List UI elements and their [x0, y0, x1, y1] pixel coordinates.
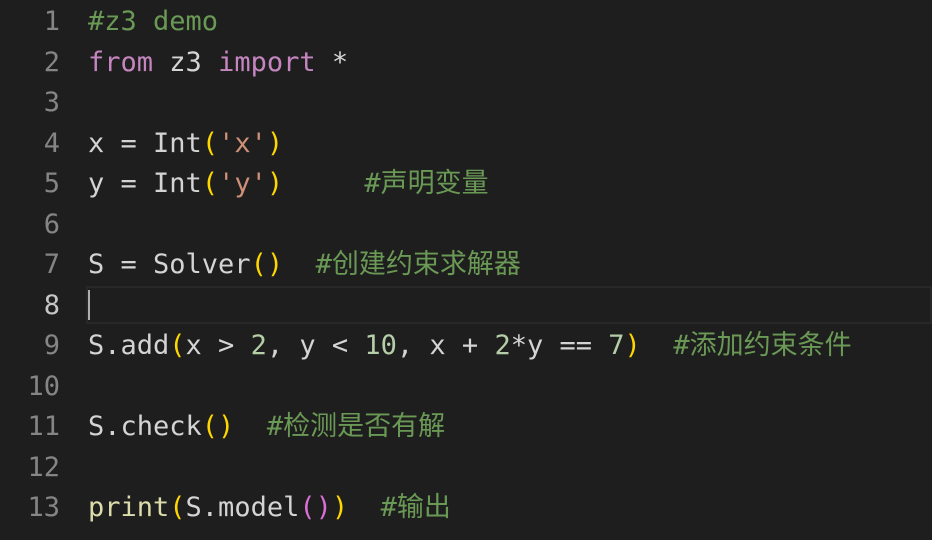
code-token: ( [201, 127, 219, 159]
code-token: import [218, 46, 316, 78]
code-token: #创建约束求解器 [315, 249, 521, 280]
code-text: print(S.model()) #输出 [88, 488, 932, 529]
code-token: #z3 demo [88, 6, 219, 37]
code-token: S.add [88, 330, 170, 361]
code-line[interactable]: 5 y = Int('y') #声明变量 [0, 164, 932, 205]
code-token: Solver [153, 249, 251, 280]
line-number: 11 [27, 411, 60, 442]
code-token: ( [169, 492, 186, 523]
code-line[interactable]: 2 from z3 import * [0, 43, 932, 84]
line-number: 9 [43, 330, 60, 361]
code-token: #声明变量 [364, 168, 489, 199]
code-token: ( [201, 168, 219, 199]
code-token: () [201, 411, 235, 442]
code-text: from z3 import * [88, 43, 932, 84]
code-token: ) [331, 492, 349, 523]
line-number: 6 [43, 208, 60, 240]
code-token: () [299, 492, 332, 523]
code-line[interactable]: 6 [0, 205, 932, 246]
code-token: Int [153, 168, 202, 199]
code-token: y = [88, 168, 154, 199]
line-number: 5 [43, 168, 60, 199]
code-text: x = Int('x') [88, 124, 932, 165]
code-token: x > [185, 330, 251, 361]
line-number: 8 [43, 289, 60, 321]
code-token: 'y' [218, 168, 267, 199]
code-token: * [315, 46, 349, 78]
code-token: ( [169, 330, 186, 361]
code-text: S.add(x > 2, y < 10, x + 2*y == 7) #添加约束… [88, 326, 932, 367]
code-token: ) [266, 127, 284, 159]
code-line[interactable]: 12 [0, 448, 932, 489]
code-token: () [250, 249, 284, 280]
code-token: , y < [266, 330, 365, 361]
code-line[interactable]: 1 #z3 demo [0, 2, 932, 43]
line-number: 3 [43, 87, 60, 118]
code-token: from [88, 46, 154, 78]
code-token: S.check [88, 411, 202, 442]
line-number: 1 [43, 6, 60, 37]
code-line[interactable]: 10 [0, 367, 932, 408]
code-editor[interactable]: 1 #z3 demo 2 from z3 import * 3 4 x = Int('x')… [0, 0, 932, 540]
code-token: S.model [185, 492, 300, 523]
code-token: z3 [153, 46, 219, 78]
code-token: 7 [608, 330, 625, 361]
code-token: Int [153, 127, 202, 159]
code-token: #输出 [380, 492, 451, 523]
code-token: ) [266, 168, 284, 199]
code-line[interactable]: 8 [0, 286, 932, 327]
line-number: 7 [43, 249, 60, 280]
code-text: S.check() #检测是否有解 [88, 407, 932, 448]
line-number: 12 [27, 451, 60, 483]
code-token: , x + [396, 330, 495, 361]
code-token: print [88, 492, 170, 523]
code-text: #z3 demo [88, 2, 932, 43]
code-token: #检测是否有解 [266, 411, 446, 442]
code-line[interactable]: 7 S = Solver() #创建约束求解器 [0, 245, 932, 286]
code-text: S = Solver() #创建约束求解器 [88, 245, 932, 286]
code-token: 2 [494, 330, 511, 361]
code-token: #添加约束条件 [673, 330, 852, 361]
line-number: 13 [27, 492, 60, 523]
code-token: *y == [510, 330, 609, 361]
code-line[interactable]: 13 print(S.model()) #输出 [0, 488, 932, 529]
code-token: S = [88, 249, 154, 280]
code-line[interactable]: 9 S.add(x > 2, y < 10, x + 2*y == 7) #添加约… [0, 326, 932, 367]
line-number: 4 [43, 127, 60, 159]
code-token: ) [624, 330, 641, 361]
line-number: 10 [27, 370, 60, 402]
code-token: 2 [250, 330, 267, 361]
line-number: 2 [43, 46, 60, 78]
code-line[interactable]: 4 x = Int('x') [0, 124, 932, 165]
code-token: x = [88, 127, 154, 159]
code-token: 10 [364, 330, 397, 361]
code-text: y = Int('y') #声明变量 [88, 164, 932, 205]
code-line[interactable]: 3 [0, 83, 932, 124]
code-token: 'x' [218, 127, 267, 159]
code-line[interactable]: 11 S.check() #检测是否有解 [0, 407, 932, 448]
